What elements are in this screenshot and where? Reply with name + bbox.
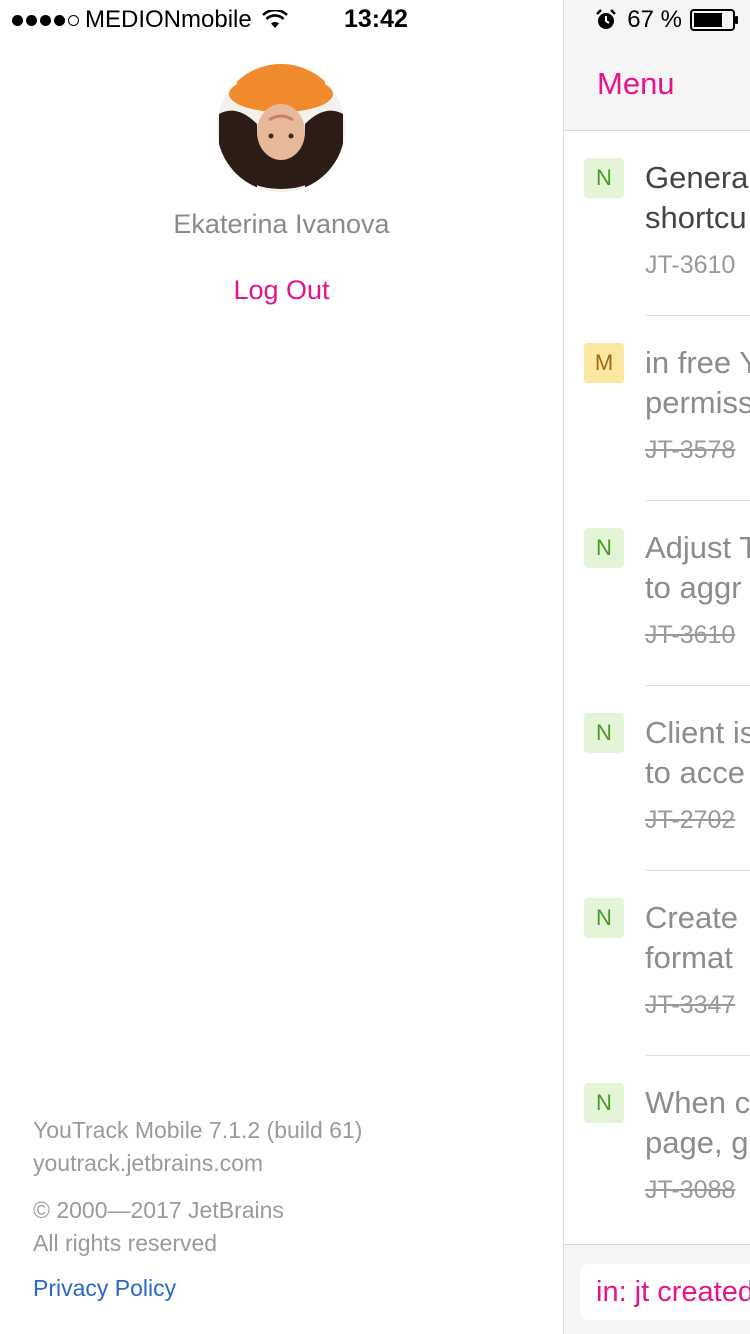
- issue-summary-line: permiss: [645, 385, 750, 420]
- menu-button[interactable]: Menu: [597, 66, 675, 102]
- status-left: MEDIONmobile: [12, 6, 288, 34]
- battery-percent: 67 %: [627, 6, 682, 33]
- user-name: Ekaterina Ivanova: [173, 209, 390, 239]
- avatar-image: [217, 64, 345, 192]
- priority-badge: N: [584, 158, 624, 198]
- status-bar: MEDIONmobile 13:42 67 %: [0, 0, 750, 40]
- issue-id: JT-3088: [645, 1176, 736, 1204]
- priority-badge: N: [584, 1083, 624, 1123]
- priority-badge: N: [584, 528, 624, 568]
- issue-summary-line: Genera: [645, 160, 749, 195]
- priority-badge: M: [584, 343, 624, 383]
- issue-summary-line: Client is: [645, 715, 750, 750]
- carrier-name: MEDIONmobile: [85, 6, 252, 33]
- issue-summary-line: to acce: [645, 755, 745, 790]
- privacy-policy-link[interactable]: Privacy Policy: [33, 1272, 362, 1305]
- wifi-icon: [261, 10, 288, 28]
- alarm-clock-icon: [596, 9, 617, 29]
- battery-icon: [690, 9, 738, 31]
- issue-item[interactable]: N Client is to acce JT-2702: [564, 686, 750, 871]
- issue-summary-line: When c: [645, 1085, 750, 1120]
- status-time: 13:42: [344, 5, 408, 33]
- issue-item[interactable]: N Genera shortcu JT-3610: [564, 131, 750, 316]
- issue-id: JT-2702: [645, 806, 736, 834]
- server-host: youtrack.jetbrains.com: [33, 1150, 264, 1176]
- issue-summary-line: format: [645, 940, 733, 975]
- issue-id: JT-3610: [645, 621, 736, 649]
- search-bar: in: jt created: [564, 1244, 750, 1334]
- issue-list-panel[interactable]: Menu N Genera shortcu JT-3610 M in free …: [563, 0, 750, 1334]
- issue-summary-line: to aggr: [645, 570, 742, 605]
- status-right: 67 %: [595, 6, 740, 34]
- issue-id: JT-3578: [645, 436, 736, 464]
- search-query-input[interactable]: in: jt created: [580, 1264, 750, 1320]
- issue-id: JT-3610: [645, 251, 736, 279]
- menu-footer: YouTrack Mobile 7.1.2 (build 61) youtrac…: [33, 1114, 362, 1305]
- rights-reserved: All rights reserved: [33, 1230, 218, 1256]
- side-menu: Ekaterina Ivanova Log Out YouTrack Mobil…: [0, 0, 563, 1334]
- issue-item[interactable]: M in free Y permiss JT-3578: [564, 316, 750, 501]
- copyright: © 2000—2017 JetBrains: [33, 1197, 284, 1223]
- issue-item[interactable]: N Create format JT-3347: [564, 871, 750, 1056]
- signal-strength-icon: [12, 14, 79, 26]
- issue-summary-line: Adjust T: [645, 530, 750, 565]
- issue-item[interactable]: N Adjust T to aggr JT-3610: [564, 501, 750, 686]
- app-version: YouTrack Mobile 7.1.2 (build 61): [33, 1117, 363, 1143]
- logout-button[interactable]: Log Out: [0, 275, 563, 306]
- issue-summary-line: in free Y: [645, 345, 750, 380]
- issue-item[interactable]: N When c page, g JT-3088: [564, 1056, 750, 1241]
- priority-badge: N: [584, 713, 624, 753]
- issue-summary-line: Create: [645, 900, 739, 935]
- issue-summary-line: shortcu: [645, 200, 747, 235]
- issue-summary-line: page, g: [645, 1125, 749, 1160]
- issue-id: JT-3347: [645, 991, 736, 1019]
- user-avatar[interactable]: [217, 64, 345, 192]
- priority-badge: N: [584, 898, 624, 938]
